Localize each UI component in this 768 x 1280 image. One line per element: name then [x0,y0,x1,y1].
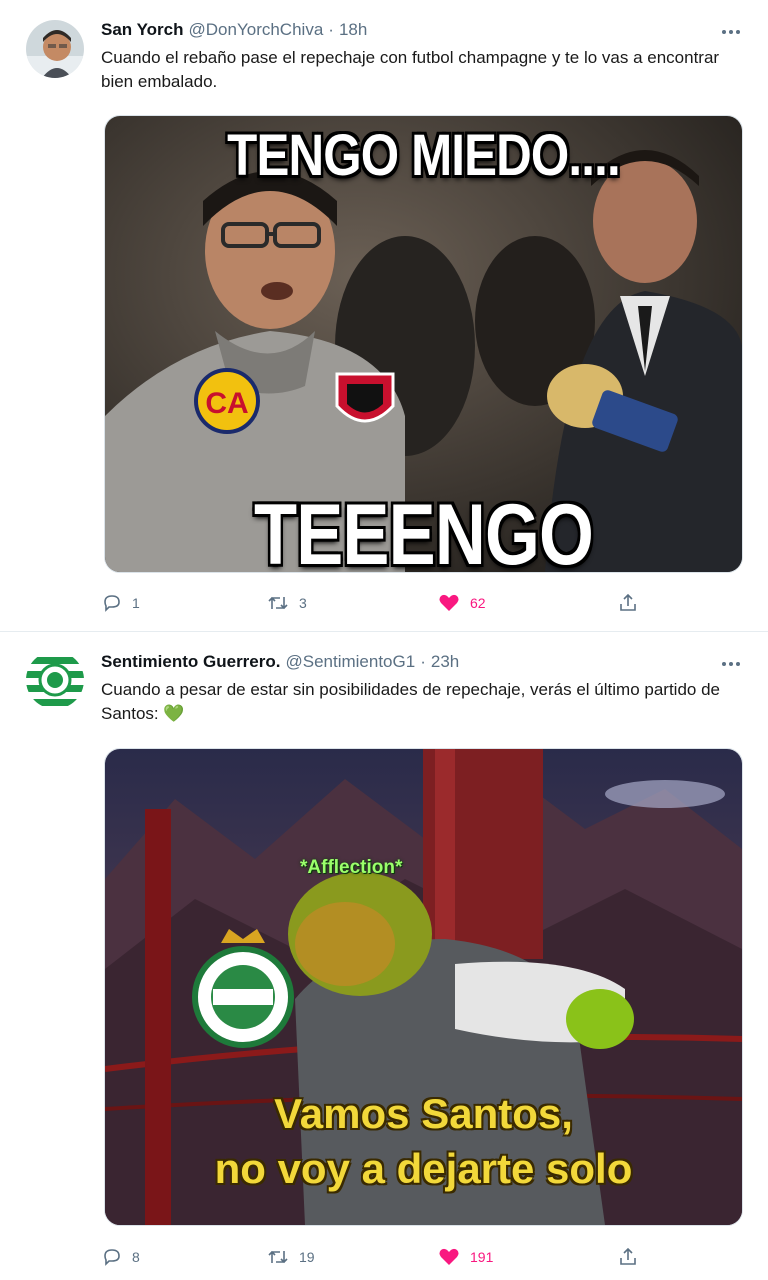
retweet-icon [267,1247,289,1267]
author-name[interactable]: San Yorch [101,20,184,40]
reply-count: 8 [132,1249,140,1265]
meme-caption-line1: Vamos Santos, [274,1090,573,1137]
author-handle[interactable]: @DonYorchChiva [189,20,324,40]
like-count: 62 [470,595,486,611]
separator: · [420,652,426,671]
timestamp[interactable]: 23h [431,652,459,672]
tweet-image[interactable]: *Afflection* Vamos Santos, no voy a deja… [104,748,743,1226]
tweet-header: San Yorch @DonYorchChiva · 18h [101,18,367,42]
author-handle[interactable]: @SentimientoG1 [285,652,415,672]
share-button[interactable] [618,1244,638,1270]
meme-label: *Afflection* [300,857,403,878]
reply-button[interactable]: 8 [102,1244,140,1270]
retweet-count: 19 [299,1249,315,1265]
meme-bottom-caption: TEEENGO MIEDO [253,487,594,573]
timestamp[interactable]: 18h [339,20,367,40]
tweet-text: Cuando el rebaño pase el repechaje con f… [101,48,720,91]
reply-icon [102,1247,122,1267]
like-icon [438,1247,460,1267]
reply-icon [102,593,122,613]
share-icon [618,593,638,613]
share-icon [618,1247,638,1267]
meme-top-caption: TENGO MIEDO.... [227,123,620,188]
author-name[interactable]: Sentimiento Guerrero. [101,652,280,672]
like-button[interactable]: 62 [438,590,486,616]
tweet[interactable]: San Yorch @DonYorchChiva · 18h Cuando el… [0,0,768,632]
tweet-header: Sentimiento Guerrero. @SentimientoG1 · 2… [101,650,459,674]
more-icon[interactable] [718,654,744,674]
tweet-actions: 1 3 62 [102,590,662,616]
separator: · [328,20,334,39]
avatar[interactable] [26,651,84,709]
tweet-image[interactable]: CA TENGO MIEDO.... TEEENGO MIEDO [104,115,743,573]
more-icon[interactable] [718,22,744,42]
reply-count: 1 [132,595,140,611]
retweet-button[interactable]: 3 [267,590,307,616]
share-button[interactable] [618,590,638,616]
retweet-icon [267,593,289,613]
retweet-count: 3 [299,595,307,611]
svg-text:CA: CA [205,387,248,420]
meme-caption-line2: no voy a dejarte solo [214,1145,633,1192]
tweet-text: Cuando a pesar de estar sin posibilidade… [101,680,720,723]
retweet-button[interactable]: 19 [267,1244,315,1270]
timeline: San Yorch @DonYorchChiva · 18h Cuando el… [0,0,768,1280]
tweet-actions: 8 19 191 [102,1244,662,1270]
like-count: 191 [470,1249,494,1265]
like-button[interactable]: 191 [438,1244,493,1270]
tweet[interactable]: Sentimiento Guerrero. @SentimientoG1 · 2… [0,633,768,1280]
reply-button[interactable]: 1 [102,590,140,616]
avatar[interactable] [26,20,84,78]
like-icon [438,593,460,613]
